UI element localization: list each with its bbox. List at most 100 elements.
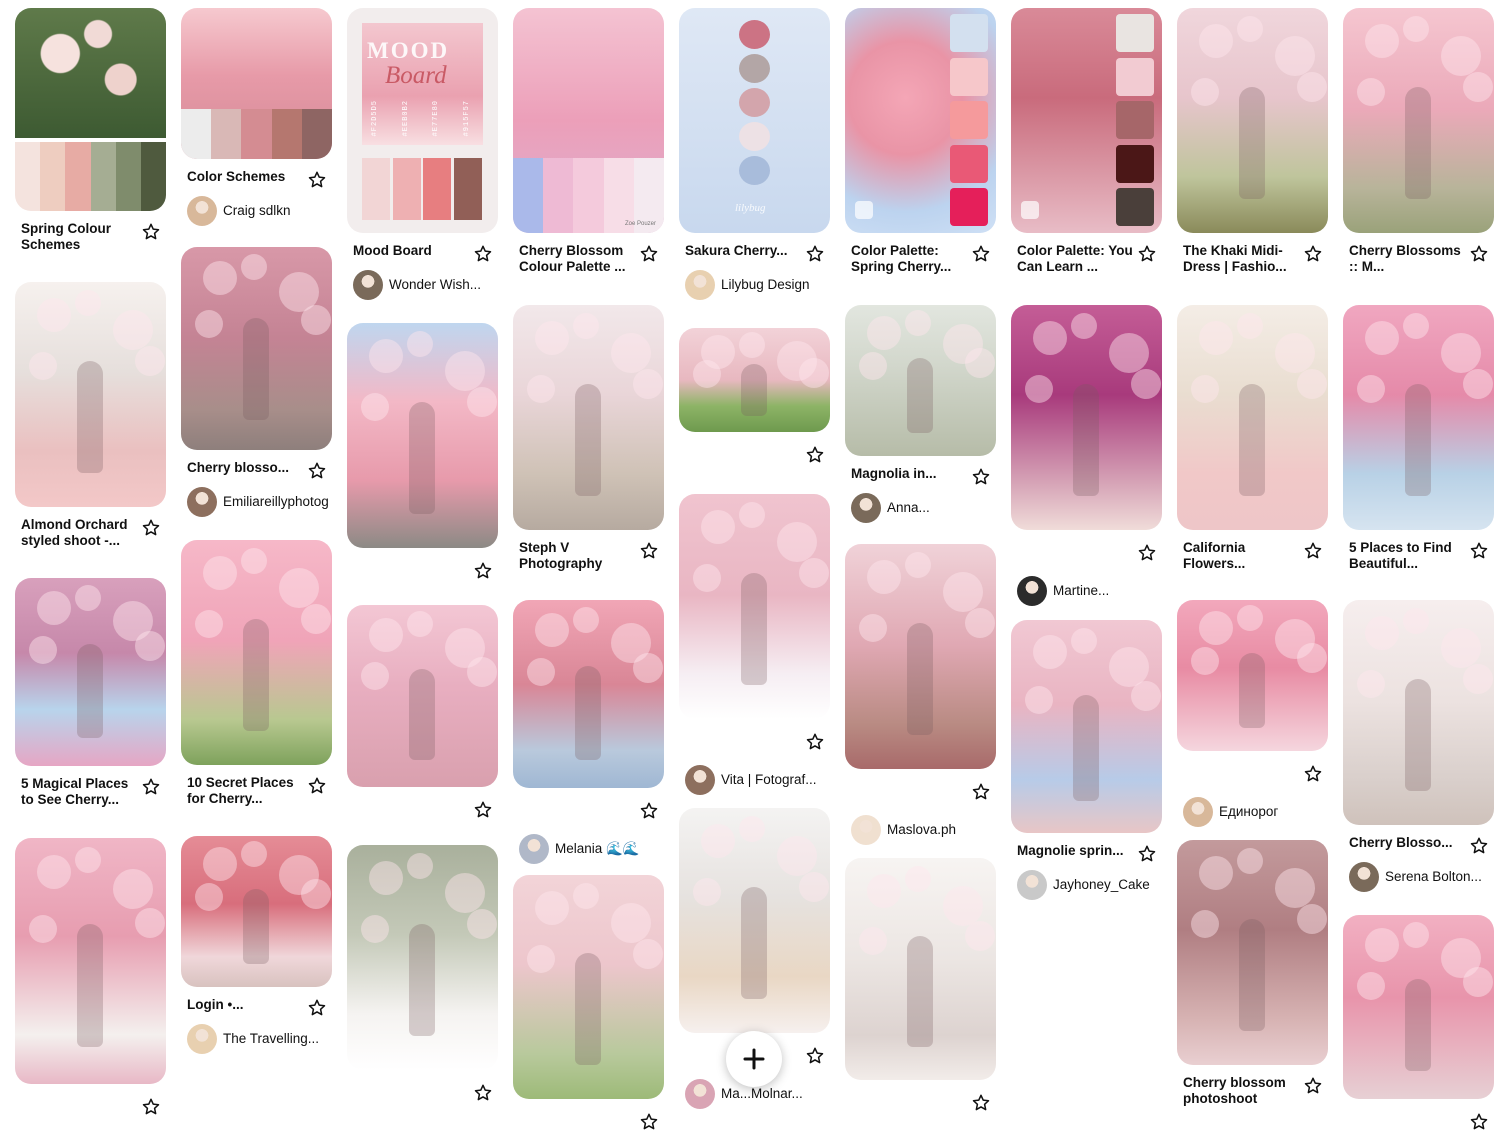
save-star-icon[interactable] <box>1469 1112 1489 1132</box>
pin-title[interactable]: 5 Magical Places to See Cherry... <box>21 776 139 808</box>
save-star-icon[interactable] <box>805 445 825 465</box>
pin-title[interactable]: Cherry Blossom Colour Palette ... <box>519 243 637 275</box>
save-star-icon[interactable] <box>307 170 327 190</box>
save-star-icon[interactable] <box>639 801 659 821</box>
pin-image[interactable] <box>15 578 166 766</box>
pin-image[interactable] <box>1343 600 1494 825</box>
pin-image[interactable] <box>1011 8 1162 233</box>
save-star-icon[interactable] <box>307 776 327 796</box>
pin-attribution[interactable]: The Travelling... <box>187 1024 332 1054</box>
save-star-icon[interactable] <box>1137 543 1157 563</box>
save-star-icon[interactable] <box>473 244 493 264</box>
pin-attribution[interactable]: Maslova.ph <box>851 815 996 845</box>
pin-attribution[interactable]: Единорог <box>1183 797 1328 827</box>
save-star-icon[interactable] <box>473 561 493 581</box>
pin-image[interactable] <box>1343 915 1494 1099</box>
save-star-icon[interactable] <box>805 732 825 752</box>
pin-title[interactable]: Magnolia in... <box>851 466 969 482</box>
pin-image[interactable] <box>679 808 830 1033</box>
pin-title[interactable]: Mood Board <box>353 243 471 259</box>
pin-image[interactable] <box>347 845 498 1070</box>
pin-title[interactable]: The Khaki Midi-Dress | Fashio... <box>1183 243 1301 275</box>
pin-image[interactable] <box>1177 600 1328 751</box>
pin-attribution[interactable]: Serena Bolton... <box>1349 862 1494 892</box>
pin-title[interactable]: 10 Secret Places for Cherry... <box>187 775 305 807</box>
pin-image[interactable]: MOOD Board #F2D5D5 #EEB0B2 #E77E80 #915F57 <box>347 8 498 233</box>
pin-image[interactable]: Zoe Pouzer <box>513 8 664 233</box>
pin-image[interactable] <box>15 838 166 1084</box>
save-star-icon[interactable] <box>971 782 991 802</box>
save-star-icon[interactable] <box>971 244 991 264</box>
pin-image[interactable] <box>15 282 166 507</box>
pin-image[interactable] <box>181 836 332 987</box>
pin-title[interactable]: Spring Colour Schemes <box>21 221 139 253</box>
pin-attribution[interactable]: Lilybug Design <box>685 270 830 300</box>
pin-title[interactable]: Almond Orchard styled shoot -... <box>21 517 139 549</box>
pin-title[interactable]: Cherry Blosso... <box>1349 835 1467 851</box>
save-star-icon[interactable] <box>971 467 991 487</box>
pin-image[interactable] <box>845 8 996 233</box>
save-star-icon[interactable] <box>1303 541 1323 561</box>
pin-title[interactable]: Color Palette: Spring Cherry... <box>851 243 969 275</box>
pin-title[interactable]: Login •... <box>187 997 305 1013</box>
save-star-icon[interactable] <box>141 777 161 797</box>
pin-title[interactable]: Color Palette: You Can Learn ... <box>1017 243 1135 275</box>
pin-image[interactable] <box>1177 305 1328 530</box>
pin-attribution[interactable]: Vita | Fotograf... <box>685 765 830 795</box>
pin-image[interactable] <box>513 305 664 530</box>
save-star-icon[interactable] <box>141 1097 161 1117</box>
pin-attribution[interactable]: Emiliareillyphotog <box>187 487 332 517</box>
pin-image[interactable]: lilybug <box>679 8 830 233</box>
pin-title[interactable]: Cherry Blossoms :: M... <box>1349 243 1467 275</box>
save-star-icon[interactable] <box>1137 244 1157 264</box>
save-star-icon[interactable] <box>1137 844 1157 864</box>
pin-title[interactable]: Color Schemes <box>187 169 305 185</box>
pin-attribution[interactable]: Wonder Wish... <box>353 270 498 300</box>
pin-image[interactable] <box>15 8 166 211</box>
pin-image[interactable] <box>347 323 498 548</box>
pin-title[interactable]: Magnolie sprin... <box>1017 843 1135 859</box>
save-star-icon[interactable] <box>473 800 493 820</box>
pin-title[interactable]: Steph V Photography <box>519 540 637 572</box>
pin-attribution[interactable]: Anna... <box>851 493 996 523</box>
pin-image[interactable] <box>1011 305 1162 530</box>
save-star-icon[interactable] <box>805 244 825 264</box>
pin-image[interactable] <box>679 328 830 432</box>
pin-title[interactable]: Cherry blossom photoshoot <box>1183 1075 1301 1107</box>
pin-image[interactable] <box>1011 620 1162 833</box>
save-star-icon[interactable] <box>1469 244 1489 264</box>
save-star-icon[interactable] <box>307 998 327 1018</box>
save-star-icon[interactable] <box>1303 764 1323 784</box>
pin-attribution[interactable]: Jayhoney_Cake <box>1017 870 1162 900</box>
save-star-icon[interactable] <box>971 1093 991 1113</box>
pin-image[interactable] <box>845 305 996 456</box>
save-star-icon[interactable] <box>805 1046 825 1066</box>
save-star-icon[interactable] <box>307 461 327 481</box>
create-pin-button[interactable] <box>726 1031 782 1087</box>
pin-title[interactable]: 5 Places to Find Beautiful... <box>1349 540 1467 572</box>
pin-title[interactable]: California Flowers... <box>1183 540 1301 572</box>
save-star-icon[interactable] <box>141 518 161 538</box>
pin-image[interactable] <box>513 875 664 1099</box>
pin-image[interactable] <box>1177 840 1328 1065</box>
pin-image[interactable] <box>1343 305 1494 530</box>
pin-attribution[interactable]: Melania 🌊🌊 <box>519 834 664 864</box>
pin-image[interactable] <box>347 605 498 787</box>
pin-image[interactable] <box>1177 8 1328 233</box>
save-star-icon[interactable] <box>473 1083 493 1103</box>
save-star-icon[interactable] <box>639 1112 659 1132</box>
pin-image[interactable] <box>679 494 830 719</box>
pin-image[interactable] <box>845 544 996 769</box>
save-star-icon[interactable] <box>1303 1076 1323 1096</box>
pin-image[interactable] <box>181 8 332 159</box>
pin-image[interactable] <box>181 540 332 765</box>
save-star-icon[interactable] <box>639 541 659 561</box>
pin-title[interactable]: Cherry blosso... <box>187 460 305 476</box>
pin-image[interactable] <box>513 600 664 788</box>
save-star-icon[interactable] <box>141 222 161 242</box>
save-star-icon[interactable] <box>1469 541 1489 561</box>
pin-image[interactable] <box>181 247 332 450</box>
pin-attribution[interactable]: Craig sdlkn <box>187 196 332 226</box>
save-star-icon[interactable] <box>1303 244 1323 264</box>
pin-image[interactable] <box>1343 8 1494 233</box>
